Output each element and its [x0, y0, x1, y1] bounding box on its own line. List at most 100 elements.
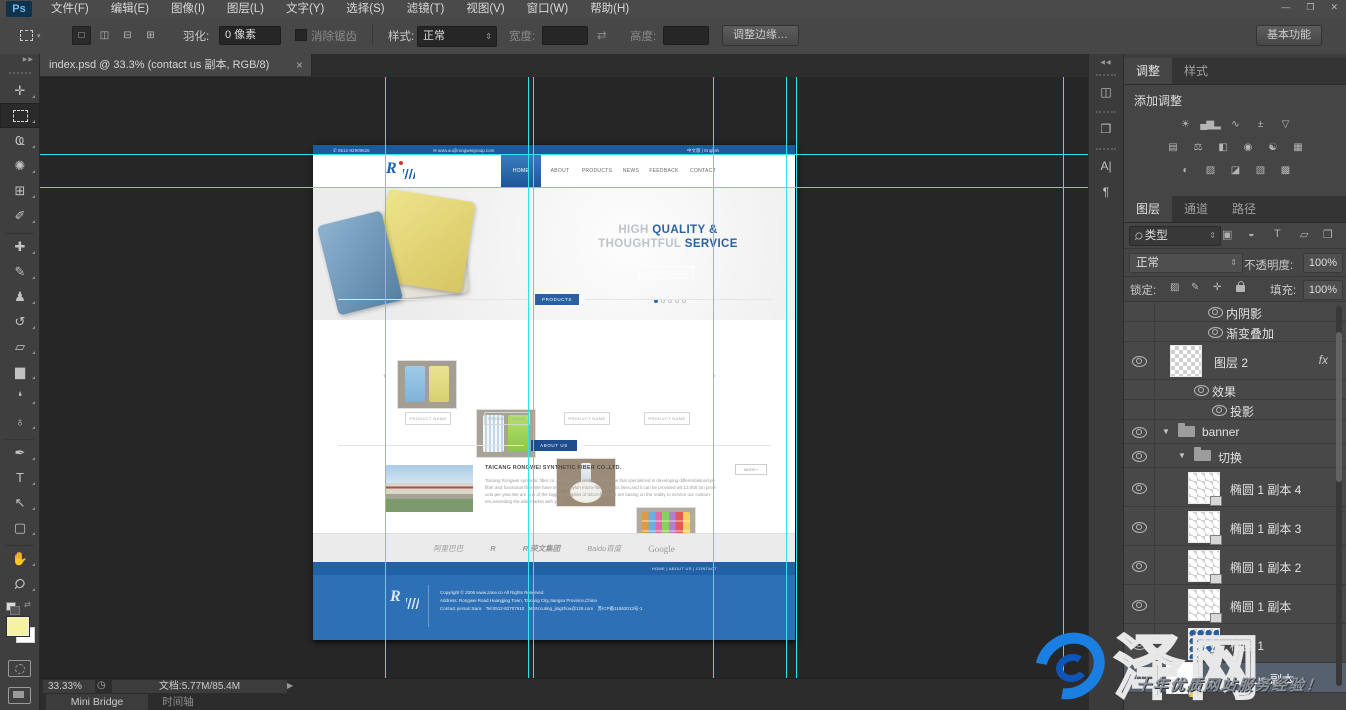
- curves-icon[interactable]: ∿: [1226, 116, 1245, 132]
- filter-smart-objects-icon[interactable]: ❐: [1323, 228, 1333, 241]
- menubar-item[interactable]: 图层(L): [216, 0, 275, 18]
- layer-name[interactable]: 切换: [1218, 449, 1242, 466]
- filter-pixel-layers-icon[interactable]: ▣: [1222, 228, 1232, 241]
- visibility-eye-icon[interactable]: [1132, 561, 1147, 572]
- lock-all-icon[interactable]: [1236, 285, 1245, 292]
- layer-row-ellipse-1-copy-3[interactable]: 椭圆 1 副本 3: [1124, 507, 1346, 546]
- invert-icon[interactable]: ◐: [1176, 162, 1195, 178]
- zoom-tool[interactable]: Ϙ: [0, 571, 40, 596]
- filter-type-layers-icon[interactable]: T: [1274, 228, 1281, 240]
- layer-name[interactable]: 椭圆 1: [1230, 637, 1264, 654]
- document-tab[interactable]: index.psd @ 33.3% (contact us 副本, RGB/8)…: [40, 54, 312, 76]
- tab-mini-bridge[interactable]: Mini Bridge: [46, 694, 148, 710]
- tab-channels[interactable]: 通道: [1172, 196, 1220, 222]
- visibility-eye-icon[interactable]: [1132, 451, 1147, 462]
- panel-grip[interactable]: [9, 72, 31, 76]
- layer-name[interactable]: 效果: [1212, 383, 1236, 400]
- pen-tool[interactable]: ✒: [0, 440, 40, 465]
- style-select[interactable]: 正常 ⇕: [417, 26, 497, 47]
- type-tool[interactable]: T: [0, 465, 40, 490]
- layer-filter-select[interactable]: Ϙ类型 ⇕: [1129, 226, 1221, 246]
- layer-row-ellipse-1[interactable]: 椭圆 1: [1124, 624, 1346, 663]
- status-expand-icon[interactable]: ▶: [287, 681, 293, 690]
- history-brush-tool[interactable]: ↺: [0, 309, 40, 334]
- menubar-item[interactable]: 编辑(E): [100, 0, 160, 18]
- eraser-tool[interactable]: ▱: [0, 334, 40, 359]
- layer-thumbnail[interactable]: [1188, 550, 1220, 582]
- layer-name[interactable]: 渐变叠加: [1226, 325, 1274, 342]
- eyedropper-tool[interactable]: ✐: [0, 203, 40, 228]
- expander-triangle-icon[interactable]: ▼: [1178, 451, 1186, 460]
- path-selection-tool[interactable]: ↖: [0, 490, 40, 515]
- quick-selection-tool[interactable]: ✺: [0, 153, 40, 178]
- swap-colors-icon[interactable]: ⇄: [24, 600, 31, 609]
- intersect-selection-mode-button[interactable]: ⊞: [141, 26, 160, 45]
- panel-grip[interactable]: [1096, 111, 1116, 114]
- hue-saturation-icon[interactable]: ▤: [1163, 139, 1182, 155]
- minimize-button[interactable]: —: [1281, 2, 1290, 13]
- photo-filter-icon[interactable]: ◉: [1238, 139, 1257, 155]
- gradient-map-icon[interactable]: ▧: [1251, 162, 1270, 178]
- refine-edge-button[interactable]: 调整边缘…: [722, 25, 799, 46]
- guide[interactable]: [796, 77, 797, 678]
- menubar-item[interactable]: 视图(V): [455, 0, 515, 18]
- tool-preset-picker[interactable]: ▾: [16, 26, 54, 45]
- lock-pixels-icon[interactable]: ✎: [1191, 282, 1199, 293]
- lasso-tool[interactable]: Ҩ: [0, 128, 40, 153]
- filter-shape-layers-icon[interactable]: ▱: [1300, 228, 1308, 241]
- menubar-item[interactable]: 文件(F): [40, 0, 100, 18]
- layer-thumbnail[interactable]: [1170, 345, 1202, 377]
- layer-name[interactable]: 图层 2: [1214, 354, 1248, 371]
- guide[interactable]: [385, 77, 386, 678]
- height-input[interactable]: [663, 26, 709, 45]
- layer-name[interactable]: 椭圆 1 副本 3: [1230, 520, 1301, 537]
- character-panel-icon[interactable]: A|: [1094, 155, 1118, 177]
- levels-icon[interactable]: ▄▆▂: [1201, 116, 1220, 132]
- collapse-tools-icon[interactable]: ▶▶: [0, 54, 39, 69]
- guide[interactable]: [786, 77, 787, 678]
- tab-styles[interactable]: 样式: [1172, 58, 1220, 84]
- layer-row-effects-header[interactable]: 效果: [1124, 380, 1346, 400]
- default-colors-icon[interactable]: ⇄: [0, 600, 39, 614]
- panel-grip[interactable]: [1096, 74, 1116, 77]
- panel-grip[interactable]: [1096, 148, 1116, 151]
- menubar-item[interactable]: 帮助(H): [579, 0, 640, 18]
- close-tab-icon[interactable]: ×: [296, 54, 303, 76]
- history-panel-icon[interactable]: ◫: [1094, 81, 1118, 103]
- document-size-field[interactable]: 文档:5.77M/85.4M: [112, 680, 287, 693]
- crop-tool[interactable]: ⊞: [0, 178, 40, 203]
- visibility-eye-icon[interactable]: [1132, 522, 1147, 533]
- gradient-tool[interactable]: ▆: [0, 359, 40, 384]
- tab-adjustments[interactable]: 调整: [1124, 58, 1172, 84]
- foreground-color-swatch[interactable]: [7, 617, 29, 636]
- clone-stamp-tool[interactable]: ♟: [0, 284, 40, 309]
- layer-row-group-banner[interactable]: ▼banner: [1124, 420, 1346, 444]
- add-selection-mode-button[interactable]: ◫: [95, 26, 114, 45]
- layer-row-layer-2[interactable]: 图层 2fx: [1124, 342, 1346, 380]
- color-lookup-icon[interactable]: ▦: [1288, 139, 1307, 155]
- menubar-item[interactable]: 图像(I): [160, 0, 216, 18]
- layer-row-effect-gradient-overlay[interactable]: 渐变叠加: [1124, 322, 1346, 342]
- layer-name[interactable]: 内阴影: [1226, 305, 1262, 322]
- guide[interactable]: [533, 77, 534, 678]
- tab-paths[interactable]: 路径: [1220, 196, 1268, 222]
- menubar-item[interactable]: 窗口(W): [516, 0, 580, 18]
- photoshop-logo[interactable]: Ps: [6, 1, 32, 17]
- filter-adjustment-layers-icon[interactable]: ◒: [1248, 228, 1255, 240]
- canvas-pasteboard[interactable]: ✆ 0512-82909626 ✉ sara.xu@rongweigroup.c…: [40, 77, 1088, 678]
- guide[interactable]: [528, 77, 529, 678]
- quick-mask-button[interactable]: [8, 660, 31, 677]
- new-selection-mode-button[interactable]: □: [72, 26, 91, 45]
- visibility-eye-icon[interactable]: [1212, 405, 1227, 416]
- visibility-eye-icon[interactable]: [1132, 356, 1147, 367]
- subtract-selection-mode-button[interactable]: ⊟: [118, 26, 137, 45]
- dodge-tool[interactable]: ♁: [0, 409, 40, 434]
- visibility-eye-icon[interactable]: [1132, 600, 1147, 611]
- visibility-eye-icon[interactable]: [1208, 327, 1223, 338]
- width-input[interactable]: [542, 26, 588, 45]
- layer-row-contact-us-copy[interactable]: !contact us 副本: [1124, 663, 1346, 693]
- layer-row-effect-drop-shadow[interactable]: 投影: [1124, 400, 1346, 420]
- expand-dock-icon[interactable]: ◀◀: [1089, 54, 1123, 66]
- layer-name[interactable]: banner: [1202, 425, 1239, 439]
- layer-name[interactable]: 椭圆 1 副本 2: [1230, 559, 1301, 576]
